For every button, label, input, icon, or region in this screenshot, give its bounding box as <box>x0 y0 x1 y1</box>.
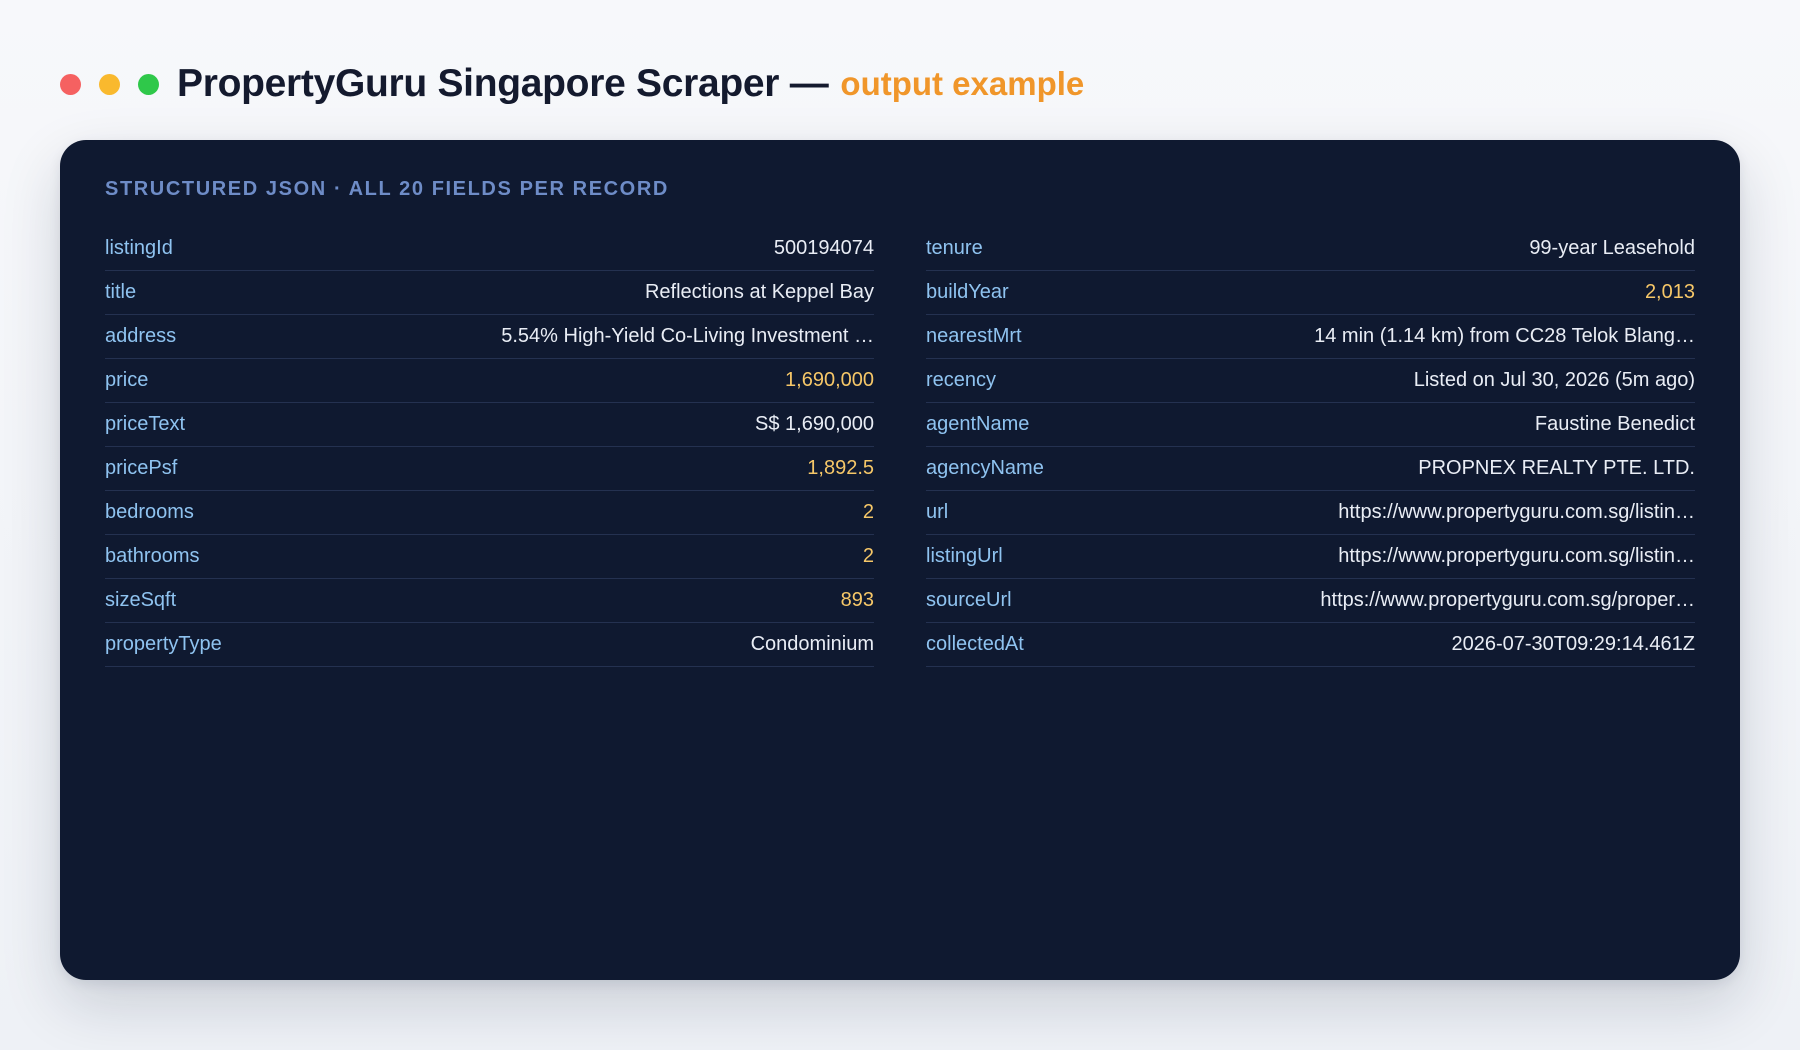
field-row: propertyType Condominium <box>105 623 874 667</box>
field-value: 1,690,000 <box>785 369 874 391</box>
field-key: url <box>926 501 949 523</box>
field-key: sizeSqft <box>105 589 177 611</box>
field-row: listingUrl https://www.propertyguru.com.s… <box>926 535 1695 579</box>
field-value: PROPNEX REALTY PTE. LTD. <box>1418 457 1695 479</box>
field-row: collectedAt 2026-07-30T09:29:14.461Z <box>926 623 1695 667</box>
field-value: 893 <box>840 589 874 611</box>
field-row: bedrooms 2 <box>105 491 874 535</box>
page-subtitle: output example <box>840 65 1085 102</box>
field-value: 2,013 <box>1644 281 1695 303</box>
field-value: 2 <box>862 501 874 523</box>
field-row: priceText S$ 1,690,000 <box>105 403 874 447</box>
field-row: bathrooms 2 <box>105 535 874 579</box>
window-controls <box>60 73 159 95</box>
maximize-dot[interactable] <box>138 73 159 95</box>
field-value: 5.54% High-Yield Co-Living Investment … <box>501 325 874 347</box>
field-key: sourceUrl <box>926 589 1012 611</box>
page-title: PropertyGuru Singapore Scraper — <box>177 62 829 105</box>
field-row: pricePsf 1,892.5 <box>105 447 874 491</box>
field-key: listingId <box>105 237 173 259</box>
json-output-card: STRUCTURED JSON · ALL 20 FIELDS PER RECO… <box>60 140 1740 980</box>
section-label: STRUCTURED JSON · ALL 20 FIELDS PER RECO… <box>105 178 669 200</box>
field-value: Listed on Jul 30, 2026 (5m ago) <box>1413 369 1695 391</box>
close-dot[interactable] <box>60 73 81 95</box>
field-value: https://www.propertyguru.com.sg/proper… <box>1320 589 1695 611</box>
field-row: listingId 500194074 <box>105 227 874 271</box>
field-row: recency Listed on Jul 30, 2026 (5m ago) <box>926 359 1695 403</box>
field-key: listingUrl <box>926 545 1003 567</box>
field-key: bathrooms <box>105 545 200 567</box>
field-key: nearestMrt <box>926 325 1022 347</box>
field-value: 99-year Leasehold <box>1529 237 1695 259</box>
field-value: 2 <box>862 545 874 567</box>
field-row: sizeSqft 893 <box>105 579 874 623</box>
field-row: agencyName PROPNEX REALTY PTE. LTD. <box>926 447 1695 491</box>
field-value: https://www.propertyguru.com.sg/listin… <box>1338 501 1695 523</box>
field-row: tenure 99-year Leasehold <box>926 227 1695 271</box>
field-key: agencyName <box>926 457 1044 479</box>
field-row: nearestMrt 14 min (1.14 km) from CC28 Tel… <box>926 315 1695 359</box>
field-value: Reflections at Keppel Bay <box>644 281 874 303</box>
field-value: Condominium <box>750 633 874 655</box>
field-key: tenure <box>926 237 983 259</box>
fields-column-right: tenure 99-year Leasehold buildYear 2,013 nea… <box>926 227 1695 667</box>
field-value: 500194074 <box>773 237 874 259</box>
field-value: https://www.propertyguru.com.sg/listin… <box>1338 545 1695 567</box>
field-row: agentName Faustine Benedict <box>926 403 1695 447</box>
field-key: title <box>105 281 137 303</box>
field-value: 1,892.5 <box>807 457 874 479</box>
minimize-dot[interactable] <box>99 73 120 95</box>
fields-column-left: listingId 500194074 title Reflections at Ke… <box>105 227 874 667</box>
field-row: buildYear 2,013 <box>926 271 1695 315</box>
field-key: pricePsf <box>105 457 178 479</box>
field-row: sourceUrl https://www.propertyguru.com.sg… <box>926 579 1695 623</box>
field-key: collectedAt <box>926 633 1024 655</box>
field-row: url https://www.propertyguru.com.sg/listi… <box>926 491 1695 535</box>
field-key: bedrooms <box>105 501 194 523</box>
field-key: priceText <box>105 413 186 435</box>
field-key: agentName <box>926 413 1030 435</box>
field-key: propertyType <box>105 633 222 655</box>
field-key: recency <box>926 369 997 391</box>
field-row: price 1,690,000 <box>105 359 874 403</box>
field-row: title Reflections at Keppel Bay <box>105 271 874 315</box>
field-value: Faustine Benedict <box>1534 413 1695 435</box>
field-value: 2026-07-30T09:29:14.461Z <box>1451 633 1695 655</box>
page-header: PropertyGuru Singapore Scraper — output … <box>60 58 1084 110</box>
field-key: address <box>105 325 177 347</box>
field-row: address 5.54% High-Yield Co-Living Invest… <box>105 315 874 359</box>
field-key: price <box>105 369 149 391</box>
field-value: 14 min (1.14 km) from CC28 Telok Blang… <box>1314 325 1695 347</box>
field-key: buildYear <box>926 281 1009 303</box>
field-value: S$ 1,690,000 <box>755 413 874 435</box>
